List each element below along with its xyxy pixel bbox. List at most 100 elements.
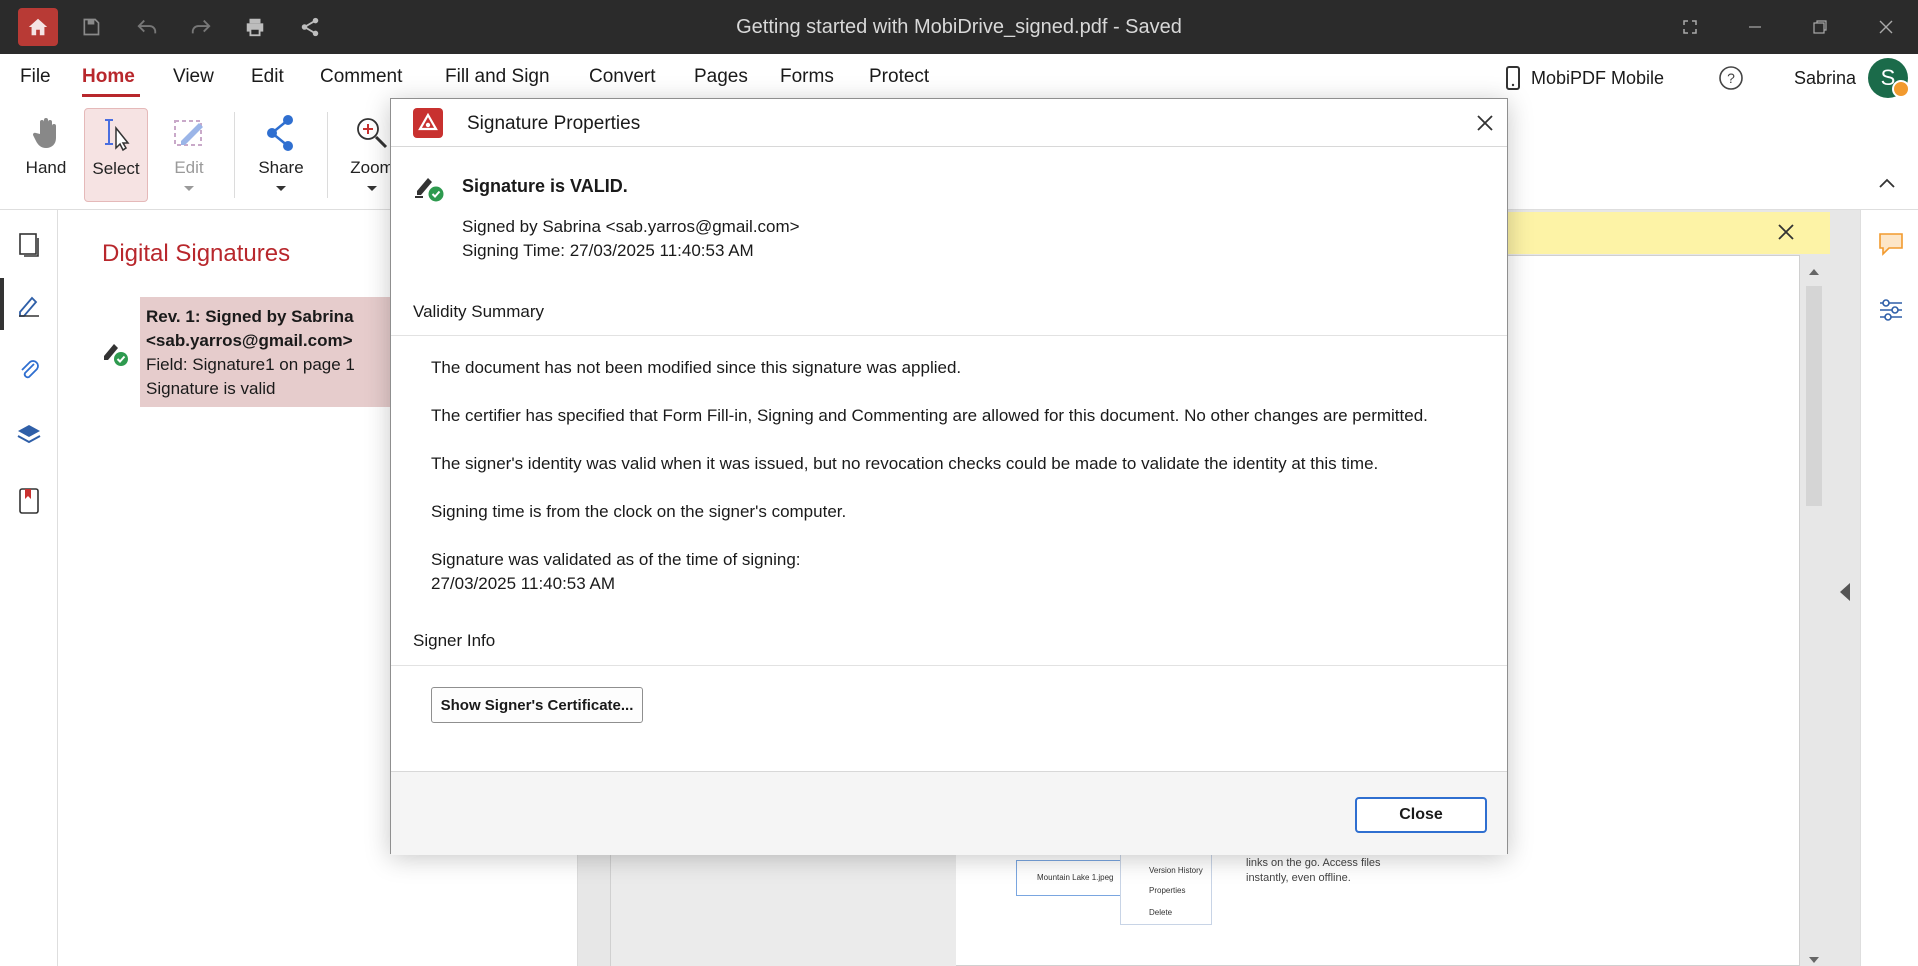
- zoom-in-icon: [357, 118, 388, 149]
- chevron-down-icon: [276, 186, 286, 191]
- user-name[interactable]: Sabrina: [1794, 68, 1856, 89]
- thumbnail-context-menu: Version History Properties Delete: [1120, 853, 1212, 925]
- signature-status: Signature is VALID.: [462, 176, 628, 196]
- dialog-title: Signature Properties: [467, 113, 641, 134]
- signature-pen-icon: [19, 296, 39, 317]
- sliders-icon: [1880, 299, 1902, 321]
- signing-time-text: Signing Time: 27/03/2025 11:40:53 AM: [462, 241, 754, 260]
- tab-convert[interactable]: Convert: [589, 66, 656, 88]
- close-notification-button[interactable]: [1777, 223, 1795, 246]
- edit-text-icon: [174, 120, 203, 146]
- tab-home[interactable]: Home: [82, 66, 135, 88]
- chevron-left-icon: [1840, 583, 1850, 601]
- notification-bar: [1505, 212, 1830, 254]
- signature-properties-dialog: Signature Properties Signature is VALID.…: [390, 98, 1508, 855]
- pages-icon: [19, 233, 39, 257]
- validity-line: Signing time is from the clock on the si…: [431, 502, 847, 521]
- chevron-up-icon: [1879, 178, 1895, 188]
- close-icon: [1879, 20, 1893, 34]
- tab-pages[interactable]: Pages: [694, 66, 748, 88]
- pages-panel-button[interactable]: [14, 230, 44, 260]
- right-sidebar-rail: [1860, 210, 1918, 966]
- validity-line: The certifier has specified that Form Fi…: [431, 406, 1428, 425]
- comments-panel-button[interactable]: [1877, 230, 1905, 263]
- close-icon: [1778, 224, 1794, 240]
- tab-comment[interactable]: Comment: [320, 66, 402, 88]
- mobipdf-mobile-link[interactable]: MobiPDF Mobile: [1531, 68, 1664, 89]
- select-label: Select: [92, 159, 140, 178]
- paperclip-icon: [21, 360, 39, 379]
- hand-label: Hand: [25, 158, 67, 177]
- select-tool-button[interactable]: Select: [84, 108, 148, 202]
- phone-icon: [1506, 66, 1520, 95]
- close-window-button[interactable]: [1868, 12, 1904, 42]
- properties-panel-button[interactable]: [1877, 296, 1905, 329]
- validity-line: The document has not been modified since…: [431, 358, 962, 377]
- thumbnail-menu-item: Delete: [1149, 908, 1173, 917]
- scroll-up-icon: [1809, 269, 1819, 275]
- comment-icon: [1879, 233, 1903, 256]
- tab-forms[interactable]: Forms: [780, 66, 834, 88]
- thumbnail-file-name: Mountain Lake 1.jpeg: [1037, 873, 1114, 882]
- hand-tool-button[interactable]: Hand: [14, 108, 78, 202]
- left-sidebar-rail: [0, 210, 58, 966]
- help-icon: ?: [1719, 66, 1743, 90]
- tab-fill-and-sign[interactable]: Fill and Sign: [445, 66, 550, 88]
- valid-signature-icon: [104, 344, 128, 366]
- edit-tool-button[interactable]: Edit: [157, 108, 221, 202]
- layers-icon: [17, 425, 41, 444]
- app-logo-icon: [413, 108, 443, 138]
- chevron-down-icon: [367, 186, 377, 191]
- collapse-ribbon-button[interactable]: [1878, 176, 1896, 194]
- share-icon: [267, 115, 293, 151]
- active-tab-indicator: [82, 94, 140, 97]
- minimize-icon: [1749, 26, 1761, 28]
- scrollbar-thumb[interactable]: [1806, 286, 1822, 506]
- valid-signature-icon: [415, 178, 444, 202]
- file-thumbnail-card: Mountain Lake 1.jpeg: [1016, 860, 1121, 896]
- fullscreen-icon: [1683, 20, 1697, 34]
- share-tool-button[interactable]: Share: [249, 108, 313, 202]
- premium-badge-icon: [1892, 80, 1910, 98]
- maximize-button[interactable]: [1802, 12, 1838, 42]
- tab-protect[interactable]: Protect: [869, 66, 929, 88]
- svg-text:?: ?: [1727, 70, 1735, 86]
- attachments-panel-button[interactable]: [14, 354, 44, 384]
- close-icon: [1477, 115, 1493, 131]
- show-certificate-button[interactable]: Show Signer's Certificate...: [431, 687, 643, 723]
- help-button[interactable]: ?: [1718, 65, 1744, 96]
- edit-label: Edit: [174, 158, 204, 177]
- thumbnail-description: links on the go. Access files instantly,…: [1246, 857, 1381, 884]
- text-cursor-icon: [105, 119, 130, 152]
- validity-line: The signer's identity was valid when it …: [431, 454, 1379, 473]
- validity-summary-heading: Validity Summary: [413, 302, 544, 321]
- tab-edit[interactable]: Edit: [251, 66, 284, 88]
- close-button[interactable]: Close: [1355, 797, 1487, 833]
- vertical-scrollbar[interactable]: [1804, 262, 1824, 966]
- panel-title: Digital Signatures: [102, 240, 291, 267]
- minimize-button[interactable]: [1737, 12, 1773, 42]
- tab-view[interactable]: View: [173, 66, 214, 88]
- menu-bar: File Home View Edit Comment Fill and Sig…: [0, 54, 1918, 100]
- fullscreen-button[interactable]: [1672, 12, 1708, 42]
- window-title: Getting started with MobiDrive_signed.pd…: [736, 16, 1182, 38]
- share-label: Share: [258, 158, 304, 177]
- signatures-panel-button[interactable]: [14, 290, 44, 320]
- title-bar: Getting started with MobiDrive_signed.pd…: [0, 0, 1918, 54]
- chevron-down-icon: [184, 186, 194, 191]
- dialog-footer: Close: [391, 771, 1507, 855]
- dialog-close-x-button[interactable]: [1471, 109, 1499, 137]
- bookmark-icon: [19, 488, 39, 514]
- validity-line: Signature was validated as of the time o…: [431, 550, 801, 569]
- signer-info-heading: Signer Info: [413, 631, 496, 650]
- thumbnail-menu-item: Properties: [1149, 886, 1186, 895]
- dialog-header: Signature Properties: [391, 99, 1507, 147]
- bookmarks-panel-button[interactable]: [14, 486, 44, 516]
- scroll-down-icon: [1809, 957, 1819, 963]
- hand-icon: [32, 118, 56, 148]
- thumbnail-menu-item: Version History: [1149, 866, 1203, 875]
- signed-by-text: Signed by Sabrina <sab.yarros@gmail.com>: [462, 217, 800, 236]
- tab-file[interactable]: File: [20, 66, 51, 88]
- expand-right-panel-button[interactable]: [1839, 582, 1851, 607]
- layers-panel-button[interactable]: [14, 420, 44, 450]
